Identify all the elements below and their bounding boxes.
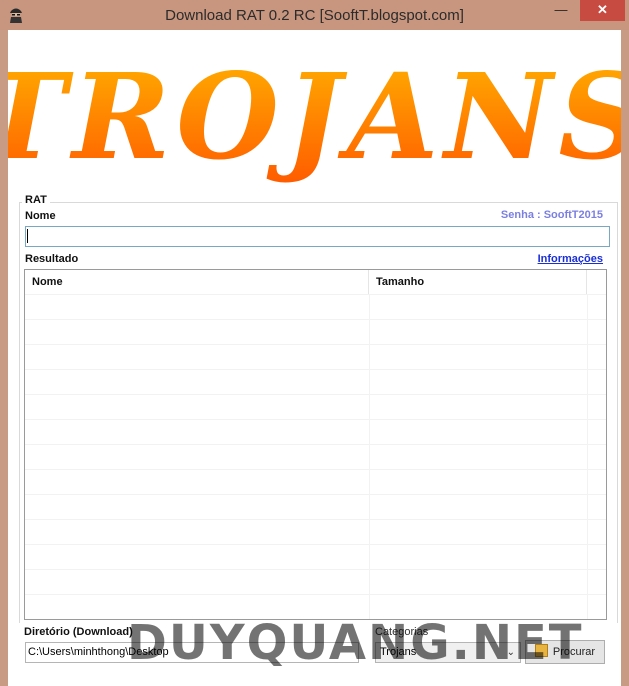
results-table[interactable]: Nome Tamanho (24, 269, 607, 620)
senha-label: Senha : SooftT2015 (500, 209, 603, 221)
nome-label: Nome (25, 210, 56, 222)
text-caret (27, 229, 28, 243)
column-header-tamanho[interactable]: Tamanho (369, 270, 587, 294)
minimize-button[interactable]: — (548, 0, 574, 21)
table-column-divider (369, 294, 370, 619)
table-row-divider (25, 394, 606, 395)
table-row-divider (25, 594, 606, 595)
table-row-divider (25, 494, 606, 495)
table-row-divider (25, 444, 606, 445)
table-row-divider (25, 294, 606, 295)
watermark: DUYQUANG.NET (127, 615, 584, 671)
title-bar[interactable]: Download RAT 0.2 RC [SooftT.blogspot.com… (0, 0, 629, 30)
table-row-divider (25, 569, 606, 570)
table-row-divider (25, 344, 606, 345)
informacoes-link[interactable]: Informações (538, 253, 603, 265)
client-area: TROJANS RAT Nome Senha : SooftT2015 Resu… (8, 30, 621, 686)
table-row-divider (25, 519, 606, 520)
close-button[interactable]: ✕ (580, 0, 625, 21)
column-header-filler (587, 270, 606, 294)
banner-text: TROJANS (8, 47, 621, 186)
table-row-divider (25, 319, 606, 320)
resultado-label: Resultado (25, 253, 79, 265)
table-row-divider (25, 369, 606, 370)
group-label: RAT (22, 194, 50, 206)
table-row-divider (25, 419, 606, 420)
column-header-nome[interactable]: Nome (25, 270, 369, 294)
trojans-banner: TROJANS (8, 47, 621, 186)
table-row-divider (25, 469, 606, 470)
table-row-divider (25, 544, 606, 545)
window-title: Download RAT 0.2 RC [SooftT.blogspot.com… (165, 7, 464, 24)
name-input[interactable] (25, 226, 610, 247)
table-column-divider (587, 294, 588, 619)
app-window: Download RAT 0.2 RC [SooftT.blogspot.com… (0, 0, 629, 686)
diretorio-label: Diretório (Download) (24, 626, 133, 638)
